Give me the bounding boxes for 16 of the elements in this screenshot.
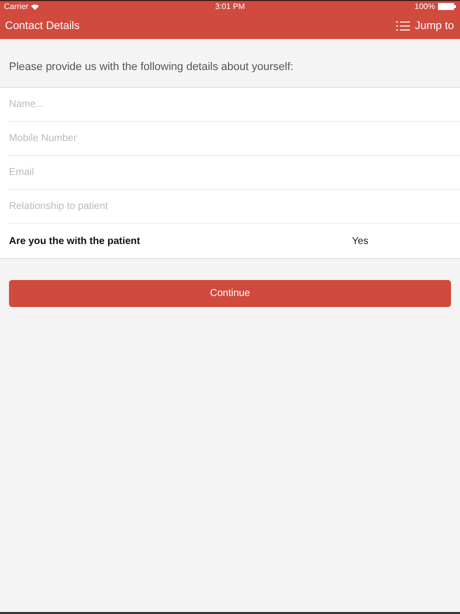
carrier-name: Carrier	[4, 2, 28, 11]
jump-to-button[interactable]: Jump to	[396, 20, 454, 32]
clock-time: 3:01 PM	[215, 2, 245, 11]
text-field[interactable]: Name...	[9, 88, 460, 121]
list-icon	[396, 20, 410, 30]
question-label: Are you the with the patient	[9, 236, 142, 246]
text-field[interactable]: Relationship to patient	[9, 190, 460, 223]
screen-title: Contact Details	[5, 20, 80, 32]
battery-icon	[438, 3, 456, 10]
answer-value[interactable]: Yes	[352, 236, 460, 246]
wifi-icon	[31, 4, 40, 10]
intro-text: Please provide us with the following details about yourself:	[8, 60, 294, 75]
battery-percent: 100%	[414, 2, 435, 11]
continue-button[interactable]: Continue	[9, 280, 451, 307]
text-field[interactable]: Email	[9, 156, 460, 189]
text-field[interactable]: Mobile Number	[9, 122, 460, 155]
